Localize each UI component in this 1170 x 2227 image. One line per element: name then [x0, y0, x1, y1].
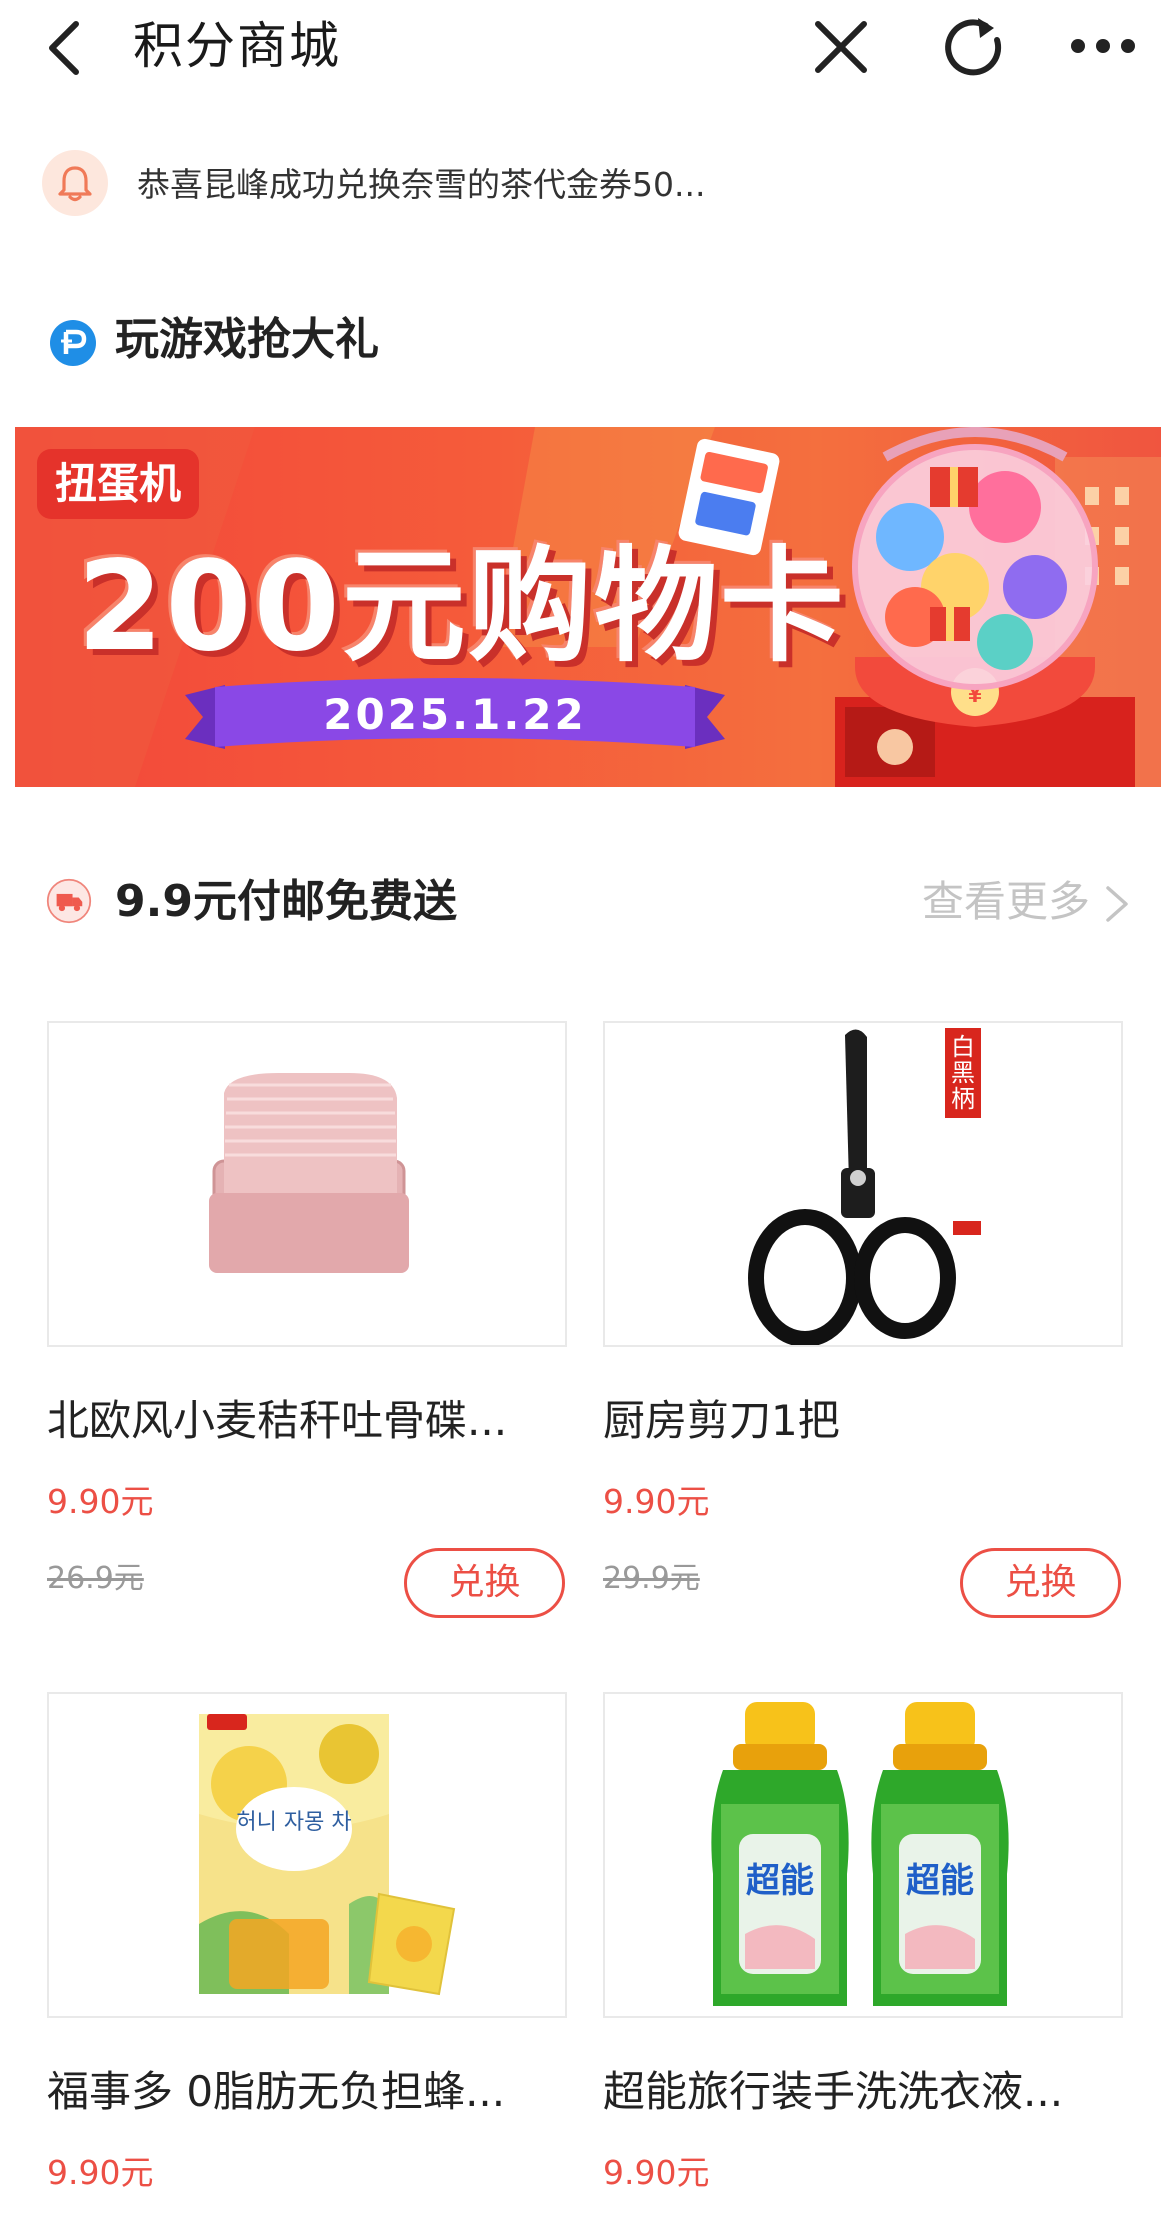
product-original-price: 26.9元 [47, 1561, 144, 1596]
close-icon [815, 21, 867, 73]
free-shipping-section-header: 9.9元付邮免费送 查看更多 [0, 862, 1170, 938]
product-image[interactable] [47, 1021, 567, 1347]
bell-icon-wrap [42, 150, 108, 216]
svg-text:白: 白 [951, 1033, 975, 1061]
notice-bar[interactable]: 恭喜昆峰成功兑换奈雪的茶代金券50... [0, 138, 1170, 236]
truck-icon [46, 878, 92, 924]
svg-text:超能: 超能 [906, 1861, 974, 1901]
product-price: 9.90元 [603, 1482, 710, 1521]
product-name[interactable]: 超能旅行装手洗洗衣液... [603, 2062, 1123, 2122]
svg-text:超能: 超能 [746, 1861, 814, 1901]
more-dots-icon [1071, 39, 1135, 53]
product-name[interactable]: 福事多 0脂肪无负担蜂... [47, 2062, 567, 2122]
bone-dish-illustration [209, 1073, 409, 1273]
gacha-banner[interactable]: 扭蛋机 200元购物卡 2025.1.22 ¥ [15, 427, 1161, 787]
view-more-link[interactable]: 查看更多 [922, 872, 1090, 932]
close-button[interactable] [808, 14, 874, 80]
banner-date: 2025.1.22 [323, 690, 587, 739]
product-original-price: 29.9元 [603, 1561, 700, 1596]
product-price: 9.90元 [603, 2153, 710, 2192]
scissors-illustration: 白 黑 柄 [748, 1028, 981, 1345]
product-price: 9.90元 [47, 1482, 154, 1521]
gacha-machine-illustration: ¥ [835, 427, 1135, 787]
svg-text:허니 자몽 차: 허니 자몽 차 [236, 1810, 351, 1835]
product-name[interactable]: 厨房剪刀1把 [603, 1391, 1123, 1451]
banner-headline: 200元购物卡 [77, 535, 846, 679]
banner-tag: 扭蛋机 [37, 449, 200, 519]
product-card[interactable]: 超能 超能 超能旅行装手洗洗衣液... 9.90元 [603, 1692, 1123, 2227]
points-p-icon [50, 320, 96, 366]
back-button[interactable] [44, 18, 88, 78]
chevron-left-icon [49, 21, 79, 75]
svg-text:黑: 黑 [951, 1059, 975, 1087]
redeem-button[interactable]: 兑换 [404, 1548, 565, 1618]
product-card[interactable]: 白 黑 柄 厨房剪刀1把 9.90元 29.9元 兑换 [603, 1021, 1123, 1621]
svg-text:柄: 柄 [951, 1085, 975, 1113]
honey-tea-illustration: 허니 자몽 차 [199, 1714, 456, 1996]
product-card[interactable]: 北欧风小麦秸秆吐骨碟... 9.90元 26.9元 兑换 [47, 1021, 567, 1621]
detergent-bottles-illustration: 超能 超能 [711, 1702, 1009, 2006]
bell-icon [58, 166, 92, 202]
refresh-button[interactable] [940, 14, 1006, 80]
notice-text: 恭喜昆峰成功兑换奈雪的茶代金券50... [137, 165, 706, 204]
product-price: 9.90元 [47, 2153, 154, 2192]
top-nav-bar: 积分商城 [0, 0, 1170, 96]
chevron-right-icon[interactable] [1102, 884, 1132, 924]
product-image[interactable]: 白 黑 柄 [603, 1021, 1123, 1347]
section-title: 9.9元付邮免费送 [115, 876, 457, 927]
product-name[interactable]: 北欧风小麦秸秆吐骨碟... [47, 1391, 567, 1451]
product-image[interactable]: 超能 超能 [603, 1692, 1123, 2018]
redeem-button[interactable]: 兑换 [960, 1548, 1121, 1618]
refresh-icon [945, 18, 1002, 76]
page-title: 积分商城 [133, 17, 341, 75]
games-section-header: 玩游戏抢大礼 [0, 300, 1170, 376]
product-card[interactable]: 허니 자몽 차 福事多 0脂肪无负担蜂... 9.90元 [47, 1692, 567, 2227]
section-title: 玩游戏抢大礼 [115, 314, 379, 365]
more-button[interactable] [1068, 24, 1138, 68]
product-image[interactable]: 허니 자몽 차 [47, 1692, 567, 2018]
